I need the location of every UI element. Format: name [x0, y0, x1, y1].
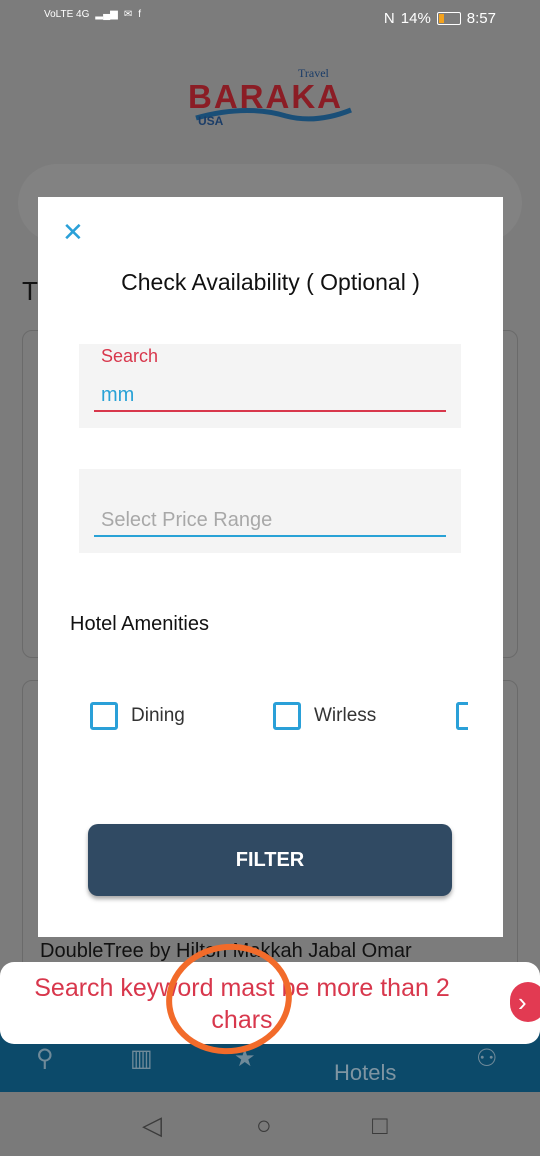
search-field[interactable]: Search mm [79, 344, 461, 428]
home-icon[interactable]: ○ [256, 1110, 272, 1141]
wirless-checkbox[interactable] [273, 702, 301, 730]
back-icon[interactable]: ◁ [142, 1110, 162, 1141]
network-label: VoLTE 4G [44, 9, 90, 20]
dialog-title: Check Availability ( Optional ) [121, 269, 420, 295]
amenity-checkbox-partial[interactable] [456, 702, 468, 730]
nfc-icon: N [383, 10, 395, 27]
price-underline [94, 535, 446, 537]
recents-icon[interactable]: □ [372, 1110, 388, 1141]
dining-checkbox[interactable] [90, 702, 118, 730]
filter-button[interactable]: FILTER [88, 824, 452, 896]
check-availability-dialog: ✕ Check Availability ( Optional ) Search… [38, 197, 503, 937]
status-bar: VoLTE 4G ▂▄▆ ✉ f N 14% 8:57 [0, 0, 540, 40]
status-icons-right: N 14% 8:57 [384, 10, 496, 27]
price-range-field[interactable]: Select Price Range [79, 469, 461, 553]
signal-icon: ▂▄▆ [95, 9, 118, 20]
wirless-label: Wirless [314, 705, 377, 726]
chevron-right-icon[interactable]: › [510, 982, 540, 1022]
status-icons-left: VoLTE 4G ▂▄▆ ✉ f [44, 9, 141, 20]
battery-percent: 14% [400, 10, 431, 27]
logo-usa-text: USA [198, 114, 224, 128]
facebook-icon: f [138, 9, 142, 20]
nav-hotels-label[interactable]: Hotels [334, 1060, 396, 1086]
search-underline [94, 410, 446, 412]
map-icon[interactable]: ▥ [130, 1044, 153, 1073]
battery-icon [436, 12, 461, 25]
amenities-heading: Hotel Amenities [70, 613, 209, 635]
search-label: Search [101, 346, 159, 366]
section-heading-partial: T [22, 276, 38, 306]
dining-label: Dining [131, 705, 185, 726]
system-nav-bar: ◁ ○ □ [0, 1092, 540, 1156]
clock: 8:57 [466, 10, 496, 27]
baraka-logo: Travel BARAKA USA [186, 66, 356, 130]
price-range-input[interactable]: Select Price Range [101, 509, 272, 532]
close-icon[interactable]: ✕ [62, 219, 84, 245]
search-icon[interactable]: ⚲ [36, 1044, 54, 1073]
mail-icon: ✉ [123, 9, 133, 20]
search-input[interactable]: mm [101, 384, 134, 407]
profile-icon[interactable]: ⚇ [476, 1044, 498, 1073]
